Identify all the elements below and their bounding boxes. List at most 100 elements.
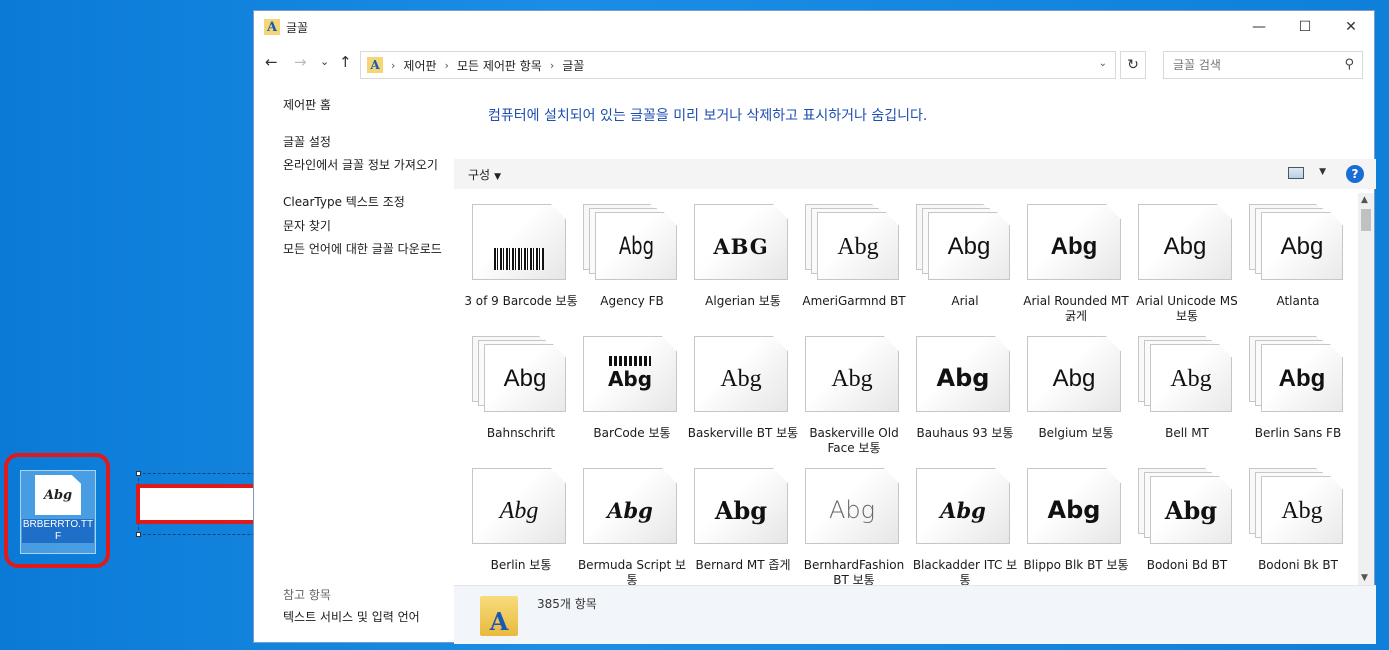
view-dropdown-icon[interactable]: ▼ xyxy=(1319,167,1326,177)
details-pane: A 385개 항목 xyxy=(454,585,1376,644)
scroll-up-icon[interactable]: ▲ xyxy=(1361,195,1368,205)
font-sample: Abg xyxy=(831,366,873,392)
font-tile[interactable]: Abg Blippo Blk BT 보통 xyxy=(1009,457,1129,585)
minimize-button[interactable]: — xyxy=(1236,11,1282,43)
font-name-label: Blippo Blk BT 보통 xyxy=(1023,558,1129,572)
font-sample: Abg xyxy=(1047,496,1101,524)
font-file-icon: Abg xyxy=(583,204,677,280)
font-tile[interactable]: Abg Berlin Sans FB xyxy=(1231,325,1343,453)
title-bar: A 글꼴 — ☐ ✕ xyxy=(254,11,1374,43)
font-sample: Abg xyxy=(607,498,653,523)
font-sample: Abg xyxy=(720,366,762,392)
font-file-icon: Abg xyxy=(472,336,566,412)
font-file-icon: Abg xyxy=(805,336,899,412)
font-name-label: Bodoni Bk BT xyxy=(1258,558,1338,572)
font-tile[interactable]: Abg Agency FB xyxy=(565,193,677,321)
download-fonts-link[interactable]: 모든 언어에 대한 글꼴 다운로드 xyxy=(283,242,448,257)
font-tile[interactable]: Abg Baskerville Old Face 보통 xyxy=(787,325,899,455)
font-sample: Abg xyxy=(1170,366,1212,392)
font-tile[interactable]: Abg Atlanta xyxy=(1231,193,1343,321)
font-tile[interactable]: Abg Arial Unicode MS 보통 xyxy=(1120,193,1238,323)
font-tile[interactable]: Abg Bahnschrift xyxy=(454,325,566,453)
font-settings-link[interactable]: 글꼴 설정 xyxy=(283,135,448,150)
font-sample: Abg xyxy=(940,498,986,523)
barcode-sample xyxy=(494,248,544,270)
font-tile[interactable]: Abg Bauhaus 93 보통 xyxy=(898,325,1014,453)
font-tile[interactable]: Abg Arial xyxy=(898,193,1010,321)
font-tile[interactable]: Abg Bermuda Script 보통 xyxy=(565,457,686,585)
font-sample: Abg xyxy=(503,365,547,392)
font-name-label: Arial Unicode MS 보통 xyxy=(1136,294,1238,323)
font-file-icon: Abg xyxy=(1138,468,1232,544)
font-tile[interactable]: Abg Belgium 보통 xyxy=(1009,325,1121,453)
organize-label: 구성 xyxy=(468,167,491,182)
control-panel-home-link[interactable]: 제어판 홈 xyxy=(283,98,448,113)
font-name-label: Bernard MT 좁게 xyxy=(695,558,791,572)
font-tile[interactable]: Abg Baskerville BT 보통 xyxy=(676,325,798,453)
forward-arrow-icon[interactable]: → xyxy=(294,53,307,71)
refresh-button[interactable]: ↻ xyxy=(1120,51,1146,79)
font-file-icon: Abg xyxy=(916,468,1010,544)
chevron-down-icon[interactable]: ⌄ xyxy=(1099,58,1107,69)
font-file-icon: Abg xyxy=(916,336,1010,412)
font-name-label: Berlin Sans FB xyxy=(1254,426,1342,440)
font-file-icon: Abg xyxy=(1027,336,1121,412)
find-character-link[interactable]: 문자 찾기 xyxy=(283,219,448,234)
font-name-label: Belgium 보통 xyxy=(1038,426,1114,440)
scroll-thumb[interactable] xyxy=(1361,209,1371,231)
font-tile[interactable]: Abg Berlin 보통 xyxy=(454,457,566,585)
font-sample: Abg xyxy=(837,234,879,260)
maximize-button[interactable]: ☐ xyxy=(1282,11,1328,43)
view-options-icon[interactable] xyxy=(1288,167,1304,179)
font-tile[interactable]: Abg BernhardFashion BT 보통 xyxy=(787,457,904,585)
font-name-label: Arial Rounded MT 굵게 xyxy=(1023,294,1129,323)
address-bar[interactable]: A › 제어판 › 모든 제어판 항목 › 글꼴 ⌄ xyxy=(360,51,1116,79)
font-file-icon: Abg xyxy=(805,468,899,544)
address-fonts-icon: A xyxy=(367,57,383,73)
font-sample: Abg xyxy=(1280,233,1324,260)
recent-locations-icon[interactable]: ⌄ xyxy=(320,55,329,68)
font-file-icon: Abg xyxy=(805,204,899,280)
see-also-heading: 참고 항목 xyxy=(283,588,331,602)
font-tile[interactable]: Abg Bodoni Bd BT xyxy=(1120,457,1232,585)
close-button[interactable]: ✕ xyxy=(1328,11,1374,43)
breadcrumb-fonts[interactable]: 글꼴 xyxy=(562,57,584,74)
breadcrumb-all-items[interactable]: 모든 제어판 항목 xyxy=(457,57,542,74)
scroll-down-icon[interactable]: ▼ xyxy=(1361,573,1368,583)
desktop-font-file[interactable]: Abg BRBERRTO.TTF xyxy=(20,470,96,554)
font-sample: Abg xyxy=(936,364,990,392)
font-tile[interactable]: Abg BarCode 보통 xyxy=(565,325,677,453)
vertical-scrollbar[interactable]: ▲ ▼ xyxy=(1358,193,1374,585)
help-icon[interactable]: ? xyxy=(1346,165,1364,183)
search-box[interactable]: ⚲ xyxy=(1163,51,1363,79)
font-tile[interactable]: Abg Blackadder ITC 보통 xyxy=(898,457,1017,585)
text-services-link[interactable]: 텍스트 서비스 및 입력 언어 xyxy=(283,610,448,625)
font-name-label: AmeriGarmnd BT xyxy=(802,294,906,308)
font-grid: 3 of 9 Barcode 보통 Abg Agency FB ABG Algerian… xyxy=(454,193,1376,585)
font-name-label: Bahnschrift xyxy=(486,426,556,440)
search-input[interactable] xyxy=(1173,58,1343,72)
font-tile[interactable]: 3 of 9 Barcode 보통 xyxy=(454,193,578,321)
font-file-icon: Abg xyxy=(583,468,677,544)
font-tile[interactable]: ABG Algerian 보통 xyxy=(676,193,788,321)
font-name-label: Bermuda Script 보통 xyxy=(577,558,687,585)
organize-button[interactable]: 구성 ▼ xyxy=(468,166,501,183)
font-tile[interactable]: Abg Bell MT xyxy=(1120,325,1232,453)
breadcrumb-control-panel[interactable]: 제어판 xyxy=(403,57,436,74)
get-font-info-online-link[interactable]: 온라인에서 글꼴 정보 가져오기 xyxy=(283,158,448,173)
up-arrow-icon[interactable]: ↑ xyxy=(339,53,352,71)
left-pane: 제어판 홈 글꼴 설정 온라인에서 글꼴 정보 가져오기 ClearType 텍… xyxy=(254,83,454,644)
font-tile[interactable]: Abg Bernard MT 좁게 xyxy=(676,457,791,585)
font-tile[interactable]: Abg Arial Rounded MT 굵게 xyxy=(1009,193,1129,323)
window-title: 글꼴 xyxy=(286,20,309,35)
cleartype-link[interactable]: ClearType 텍스트 조정 xyxy=(283,195,448,210)
font-file-icon: Abg xyxy=(35,475,81,515)
back-arrow-icon[interactable]: ← xyxy=(265,53,278,71)
font-tile[interactable]: Abg Bodoni Bk BT xyxy=(1231,457,1343,585)
font-sample: Abg xyxy=(1050,233,1098,260)
font-tile[interactable]: Abg AmeriGarmnd BT xyxy=(787,193,906,321)
font-file-icon: Abg xyxy=(916,204,1010,280)
font-sample: Abg xyxy=(1163,233,1207,260)
search-icon: ⚲ xyxy=(1344,57,1354,72)
font-name-label: Baskerville Old Face 보통 xyxy=(809,426,899,455)
